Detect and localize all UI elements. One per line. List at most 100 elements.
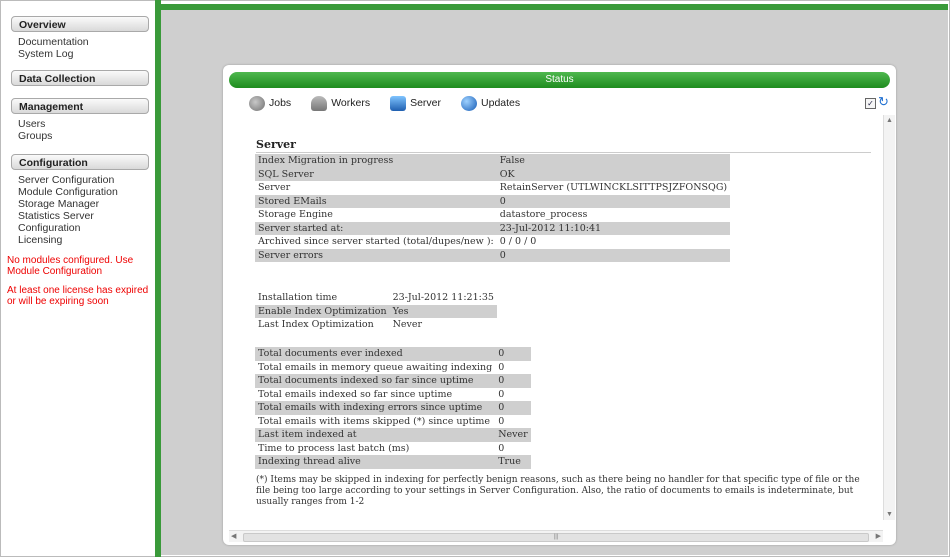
row-value: OK xyxy=(496,167,731,181)
table-row: Total emails in memory queue awaiting in… xyxy=(255,360,531,374)
row-label: Stored EMails xyxy=(255,194,497,208)
refresh-icon[interactable]: ↻ xyxy=(878,95,890,109)
scroll-up-icon[interactable]: ▲ xyxy=(886,117,893,124)
nav-statistics-server-configuration[interactable]: Statistics Server Configuration xyxy=(18,210,154,234)
row-label: Last Index Optimization xyxy=(255,318,390,332)
nav-storage-manager[interactable]: Storage Manager xyxy=(18,198,154,210)
row-value: 23-Jul-2012 11:10:41 xyxy=(496,221,731,235)
row-label: Time to process last batch (ms) xyxy=(255,441,496,455)
row-value: 0 xyxy=(496,194,731,208)
table-row: Total emails indexed so far since uptime… xyxy=(255,387,531,401)
nav-server-configuration[interactable]: Server Configuration xyxy=(18,174,154,186)
workers-icon xyxy=(311,95,328,111)
footnote-text: (*) Items may be skipped in indexing for… xyxy=(256,475,860,507)
row-label: Total emails with indexing errors since … xyxy=(255,401,496,415)
row-value: 0 xyxy=(495,374,531,388)
sidebar: Overview Documentation System Log Data C… xyxy=(4,4,154,553)
table-row: Server errors 0 xyxy=(255,248,731,262)
nav-system-log[interactable]: System Log xyxy=(18,48,154,60)
toolbar-jobs-button[interactable]: Jobs xyxy=(249,95,292,111)
warning-license: At least one license has expired or will… xyxy=(7,285,149,307)
auto-refresh-checkbox[interactable]: ✓ xyxy=(865,98,876,109)
section-divider xyxy=(256,152,871,153)
jobs-icon xyxy=(249,95,265,111)
toolbar-server-button[interactable]: Server xyxy=(390,95,442,111)
nav-section-management[interactable]: Management xyxy=(11,98,149,114)
row-value: 0 xyxy=(495,347,531,361)
vertical-scrollbar[interactable]: ▲ ▼ xyxy=(883,115,895,520)
toolbar-updates-label: Updates xyxy=(481,97,521,109)
toolbar-workers-button[interactable]: Workers xyxy=(311,95,371,111)
row-value: 0 / 0 / 0 xyxy=(496,235,731,249)
scroll-left-icon[interactable]: ◀ xyxy=(231,532,236,540)
status-panel: Status Jobs Workers Server Updates ✓ ↻ ▲ xyxy=(223,65,896,545)
row-label: SQL Server xyxy=(255,167,497,181)
toolbar-jobs-label: Jobs xyxy=(269,97,292,109)
nav-groups[interactable]: Groups xyxy=(18,130,154,142)
row-label: Index Migration in progress xyxy=(255,154,497,168)
row-value: Never xyxy=(495,428,531,442)
table-row: Total documents ever indexed 0 xyxy=(255,347,531,361)
server-section-title: Server xyxy=(256,138,296,151)
row-value: False xyxy=(496,154,731,168)
table-row: Stored EMails 0 xyxy=(255,194,731,208)
table-row: Installation time 23-Jul-2012 11:21:35 xyxy=(255,291,497,305)
horizontal-scrollbar[interactable]: ◀ ||| ▶ xyxy=(229,530,883,542)
documents-table: Total documents ever indexed 0 Total emai… xyxy=(255,347,531,469)
toolbar-updates-button[interactable]: Updates xyxy=(461,95,521,111)
server-icon xyxy=(390,95,407,111)
status-panel-title: Status xyxy=(229,72,890,88)
row-label: Total documents indexed so far since upt… xyxy=(255,374,496,388)
row-label: Archived since server started (total/dup… xyxy=(255,235,497,249)
nav-documentation[interactable]: Documentation xyxy=(18,36,154,48)
row-label: Total emails in memory queue awaiting in… xyxy=(255,360,496,374)
row-label: Total emails with items skipped (*) sinc… xyxy=(255,414,496,428)
row-value: 0 xyxy=(495,401,531,415)
nav-section-overview[interactable]: Overview xyxy=(11,16,149,32)
toolbar-workers-label: Workers xyxy=(331,97,371,109)
main-content: Status Jobs Workers Server Updates ✓ ↻ ▲ xyxy=(161,10,948,555)
status-toolbar: Jobs Workers Server Updates xyxy=(249,93,520,113)
row-label: Server started at: xyxy=(255,221,497,235)
horizontal-scroll-thumb[interactable]: ||| xyxy=(243,533,869,542)
row-value: 0 xyxy=(495,387,531,401)
table-row: Archived since server started (total/dup… xyxy=(255,235,731,249)
index-table: Installation time 23-Jul-2012 11:21:35 En… xyxy=(255,291,497,332)
scroll-right-icon[interactable]: ▶ xyxy=(876,532,881,540)
row-value: 0 xyxy=(496,248,731,262)
row-label: Total documents ever indexed xyxy=(255,347,496,361)
table-row: Enable Index Optimization Yes xyxy=(255,304,497,318)
row-value: Yes xyxy=(389,304,497,318)
nav-licensing[interactable]: Licensing xyxy=(18,234,154,246)
table-row: Total emails with items skipped (*) sinc… xyxy=(255,414,531,428)
row-value: 0 xyxy=(495,360,531,374)
row-value: 23-Jul-2012 11:21:35 xyxy=(389,291,497,305)
table-row: SQL Server OK xyxy=(255,167,731,181)
nav-section-configuration[interactable]: Configuration xyxy=(11,154,149,170)
toolbar-server-label: Server xyxy=(410,97,442,109)
table-row: Total emails with indexing errors since … xyxy=(255,401,531,415)
row-label: Server errors xyxy=(255,248,497,262)
table-row: Last Index Optimization Never xyxy=(255,318,497,332)
nav-module-configuration[interactable]: Module Configuration xyxy=(18,186,154,198)
row-label: Total emails indexed so far since uptime xyxy=(255,387,496,401)
row-value: 0 xyxy=(495,441,531,455)
scroll-down-icon[interactable]: ▼ xyxy=(886,511,893,518)
row-value: RetainServer (UTLWINCKLSITTPSJZFONSQG) xyxy=(496,181,731,195)
row-label: Installation time xyxy=(255,291,390,305)
server-status-table: Index Migration in progress False SQL Ser… xyxy=(255,154,731,262)
table-row: Total documents indexed so far since upt… xyxy=(255,374,531,388)
table-row: Storage Engine datastore_process xyxy=(255,208,731,222)
nav-users[interactable]: Users xyxy=(18,118,154,130)
nav-section-data-collection[interactable]: Data Collection xyxy=(11,70,149,86)
table-row: Last item indexed at Never xyxy=(255,428,531,442)
row-label: Server xyxy=(255,181,497,195)
updates-icon xyxy=(461,95,478,111)
table-row: Server RetainServer (UTLWINCKLSITTPSJZFON… xyxy=(255,181,731,195)
warning-no-modules: No modules configured. Use Module Config… xyxy=(7,255,134,277)
table-row: Index Migration in progress False xyxy=(255,154,731,168)
table-row: Server started at: 23-Jul-2012 11:10:41 xyxy=(255,221,731,235)
row-label: Last item indexed at xyxy=(255,428,496,442)
row-label: Enable Index Optimization xyxy=(255,304,390,318)
table-row: Indexing thread alive True xyxy=(255,455,531,469)
